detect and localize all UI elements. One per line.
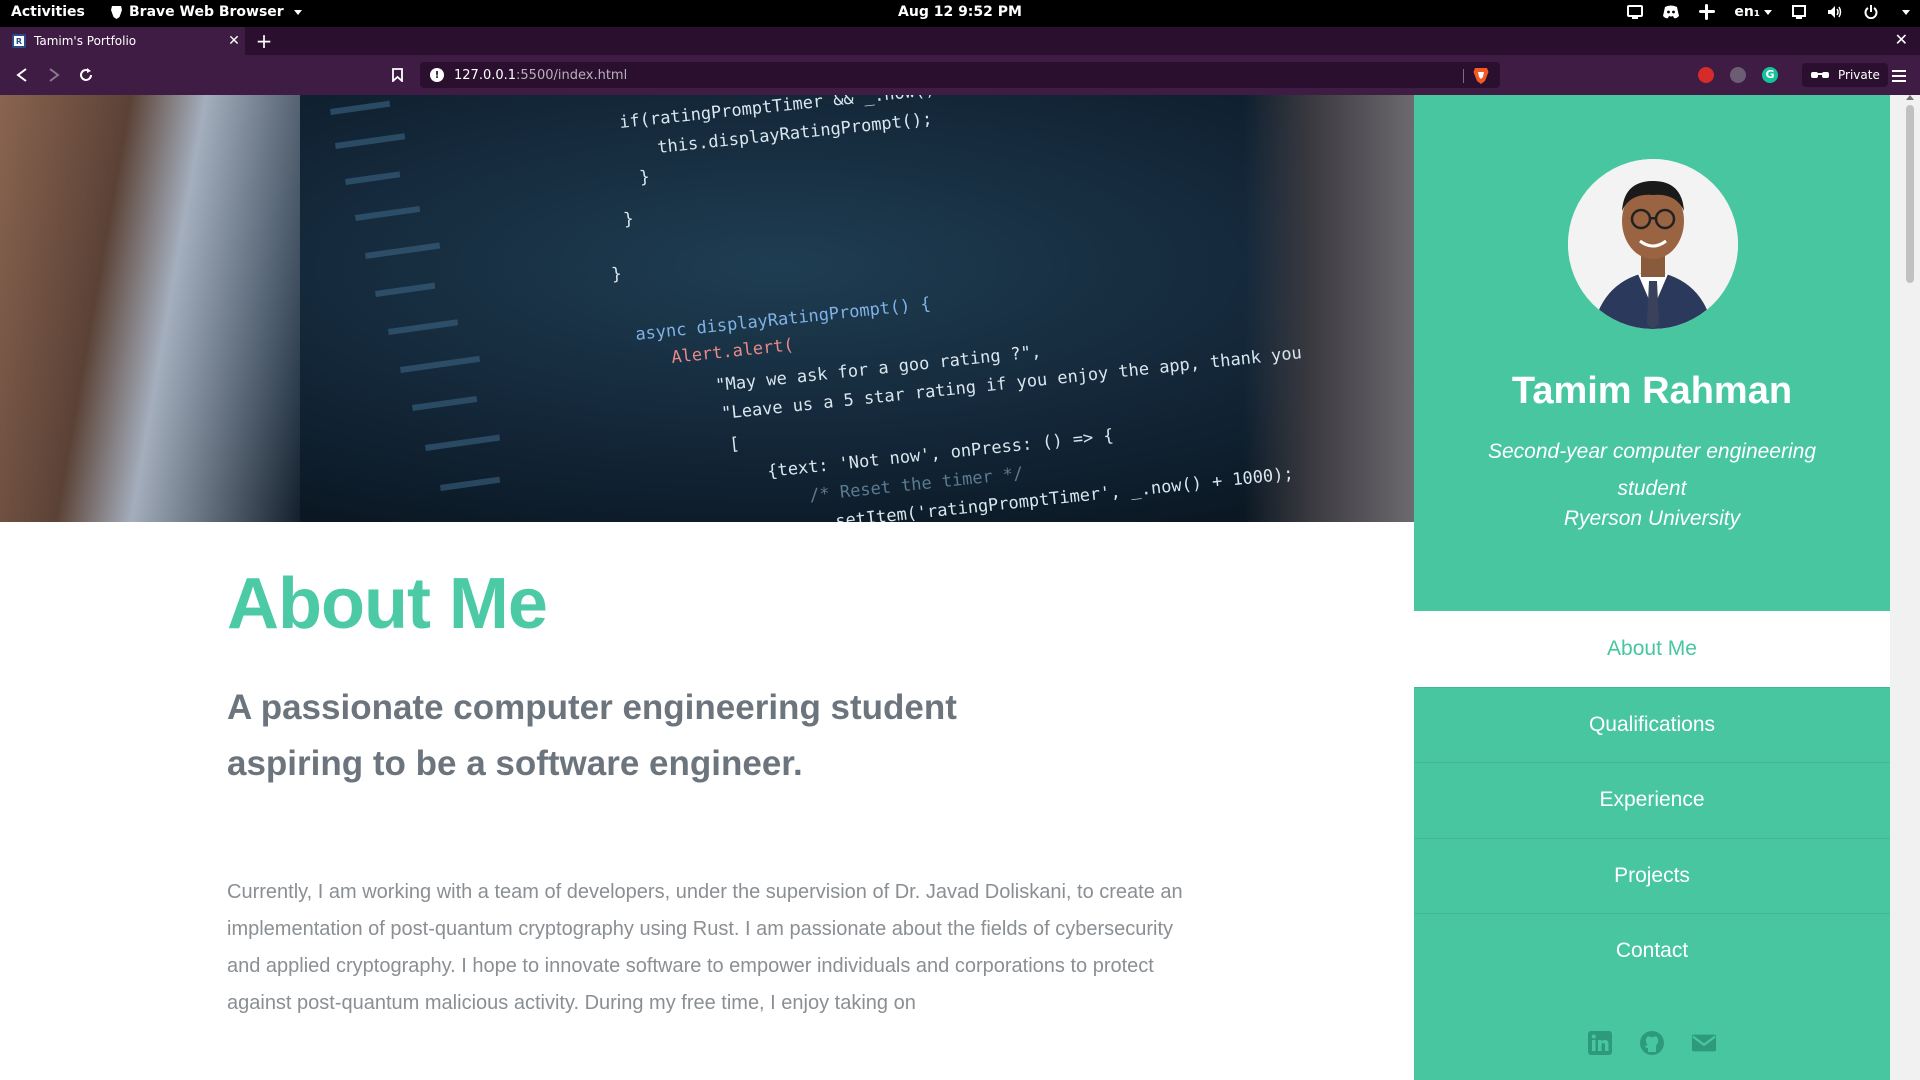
chevron-down-icon (1764, 9, 1772, 15)
profile-photo (1568, 159, 1738, 329)
network-icon[interactable] (1790, 3, 1808, 21)
bookmark-icon[interactable] (392, 67, 403, 86)
screen-share-icon[interactable] (1626, 3, 1644, 21)
address-bar[interactable]: ! 127.0.0.1:5500/index.html (420, 62, 1500, 88)
app-menu[interactable]: Brave Web Browser (110, 4, 302, 20)
code-line: Alert.alert( (670, 335, 794, 368)
code-line: [ (728, 434, 740, 455)
slack-icon[interactable] (1698, 3, 1716, 21)
hero-code-screen: if(ratingPromptTimer && _.now() > 1000 -… (330, 95, 1303, 522)
nav-item-qualifications[interactable]: Qualifications (1414, 686, 1890, 763)
hero-image: if(ratingPromptTimer && _.now() > 1000 -… (0, 95, 1414, 522)
brave-shields-icon[interactable] (1472, 66, 1490, 84)
forward-arrow-icon (49, 68, 60, 82)
activities-button[interactable]: Activities (11, 4, 85, 20)
system-tray: en₁ (1626, 3, 1910, 21)
divider (1463, 69, 1464, 83)
chevron-down-icon (293, 9, 302, 15)
code-line: } (610, 264, 622, 285)
code-line: } (638, 167, 650, 188)
hamburger-menu-icon[interactable] (1892, 67, 1906, 86)
avatar (1568, 159, 1738, 329)
url-path: :5500/index.html (516, 67, 628, 83)
page-title: About Me (227, 564, 548, 644)
power-icon[interactable] (1862, 3, 1880, 21)
profile-name: Tamim Rahman (1511, 370, 1793, 412)
about-paragraph: Currently, I am working with a team of d… (227, 881, 1183, 1014)
scroll-up-arrow-icon[interactable] (1906, 95, 1914, 100)
page-viewport: if(ratingPromptTimer && _.now() > 1000 -… (0, 95, 1920, 1080)
chevron-down-icon[interactable] (1902, 9, 1910, 15)
profile-school: Ryerson University (1563, 507, 1741, 530)
nav-item-about-me[interactable]: About Me (1414, 611, 1890, 687)
favicon-icon: R (12, 34, 26, 48)
clock[interactable]: Aug 12 9:52 PM (898, 4, 1022, 20)
email-icon[interactable] (1691, 1030, 1717, 1056)
sidebar: Tamim Rahman Second-year computer engine… (1414, 95, 1890, 1080)
profile-role: Second-year computer engineering student (1487, 440, 1817, 500)
private-label: Private (1838, 68, 1880, 82)
site-info-icon[interactable]: ! (430, 68, 444, 82)
linkedin-icon[interactable] (1587, 1030, 1613, 1056)
sidebar-nav: About Me Qualifications Experience Proje… (1414, 611, 1890, 989)
page-subtitle: A passionate computer engineering studen… (227, 688, 957, 783)
volume-icon[interactable] (1826, 3, 1844, 21)
close-window-icon[interactable]: ✕ (1895, 30, 1908, 49)
extension-owl-icon[interactable] (1730, 67, 1746, 83)
incognito-glasses-icon (1811, 72, 1829, 78)
code-line: } (622, 209, 634, 230)
scrollbar-thumb[interactable] (1906, 105, 1914, 283)
github-icon[interactable] (1639, 1030, 1665, 1056)
nav-item-projects[interactable]: Projects (1414, 837, 1890, 914)
language-label: en₁ (1734, 4, 1760, 20)
private-window-badge[interactable]: Private (1802, 63, 1888, 87)
social-links (1414, 1030, 1890, 1056)
extension-adblock-icon[interactable] (1698, 67, 1714, 83)
brave-lion-icon (111, 6, 122, 19)
page-scrollbar[interactable] (1890, 95, 1920, 1080)
app-menu-label: Brave Web Browser (129, 4, 284, 20)
url-host: 127.0.0.1 (454, 67, 517, 83)
browser-toolbar: ! 127.0.0.1:5500/index.html G Private (0, 55, 1920, 95)
nav-item-contact[interactable]: Contact (1414, 913, 1890, 989)
new-tab-button[interactable]: + (253, 30, 275, 52)
system-top-bar: Activities Brave Web Browser Aug 12 9:52… (0, 0, 1920, 27)
close-tab-icon[interactable]: ✕ (223, 33, 245, 49)
tab-title: Tamim's Portfolio (34, 34, 137, 48)
language-selector[interactable]: en₁ (1734, 4, 1772, 20)
profile-card: Tamim Rahman Second-year computer engine… (1414, 95, 1890, 611)
browser-tab[interactable]: R Tamim's Portfolio ✕ (0, 27, 245, 55)
reload-icon (80, 68, 92, 81)
back-arrow-icon (16, 68, 27, 82)
back-button[interactable] (12, 65, 32, 85)
nav-item-experience[interactable]: Experience (1414, 762, 1890, 838)
reload-button[interactable] (76, 65, 96, 85)
grammarly-icon[interactable]: G (1762, 67, 1778, 83)
forward-button[interactable] (44, 65, 64, 85)
tab-strip: R Tamim's Portfolio ✕ + ✕ (0, 27, 1920, 55)
discord-icon[interactable] (1662, 3, 1680, 21)
